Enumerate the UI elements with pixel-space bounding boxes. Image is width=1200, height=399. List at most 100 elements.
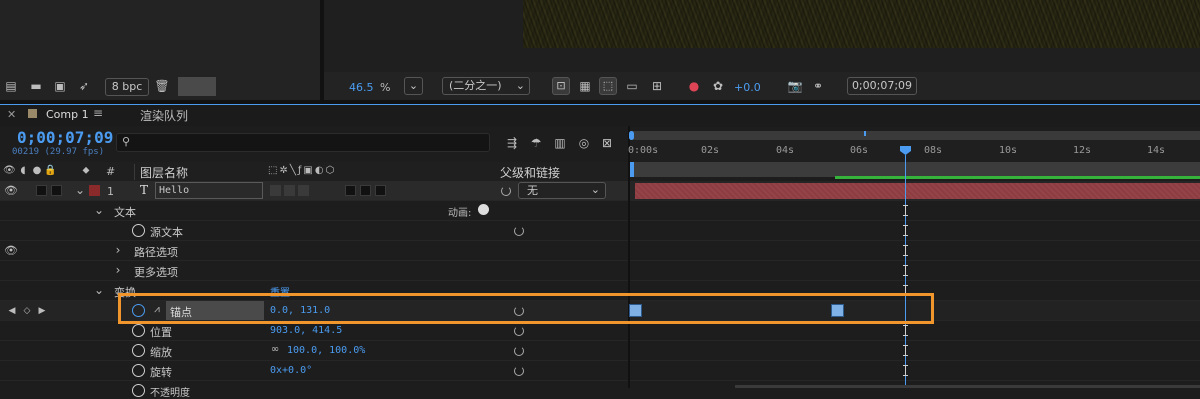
ruler-tick: 08s [924, 145, 943, 156]
stopwatch-icon[interactable] [132, 224, 145, 237]
project-color-swatch[interactable] [178, 77, 216, 96]
grid-guides-icon[interactable]: ⊞ [649, 79, 665, 93]
quality-slash-switch[interactable] [298, 185, 309, 196]
text-layer-type-icon: T [140, 183, 149, 197]
pickwhip-icon[interactable] [514, 346, 524, 356]
column-layer-name[interactable]: 图层名称 [140, 164, 188, 181]
expand-chevron-icon[interactable]: ⌄ [93, 283, 105, 297]
navigator-start-handle[interactable] [629, 131, 634, 140]
solo-toggle-icon[interactable]: ● [31, 164, 43, 178]
constrain-proportions-icon[interactable]: ∞ [268, 343, 282, 357]
chevron-down-icon: ⌄ [590, 183, 600, 196]
layer-row[interactable]: 👁 ⌄ 1 T Hello 无 ⌄ [0, 181, 628, 201]
footage-grass-image [523, 0, 1200, 48]
label-tag-icon[interactable]: ⬥ [80, 164, 92, 178]
work-area-start-handle[interactable] [630, 162, 634, 177]
work-area-bar[interactable] [630, 162, 1200, 177]
parent-pickwhip-icon[interactable] [501, 186, 511, 196]
next-keyframe-icon[interactable]: ▶ [37, 304, 47, 318]
tab-render-queue[interactable]: 渲染队列 [140, 107, 188, 124]
layer-search-input[interactable]: ⚲ [116, 133, 490, 152]
project-panel-preview [0, 0, 320, 72]
expand-chevron-icon[interactable]: ⌄ [93, 203, 105, 217]
audio-toggle-icon[interactable]: ◖ [17, 164, 29, 178]
motion-blur-icon[interactable]: ◎ [576, 136, 592, 150]
position-value[interactable]: 903.0, 414.5 [270, 325, 342, 336]
draft-3d-icon[interactable]: ⇶ [504, 136, 520, 150]
frame-blending-icon[interactable]: ▥ [552, 136, 568, 150]
expand-chevron-icon[interactable]: › [113, 263, 123, 277]
time-navigator[interactable] [629, 131, 1200, 140]
comp-label-color [28, 109, 37, 118]
exposure-value[interactable]: +0.0 [734, 81, 761, 94]
channels-icon[interactable]: ● [686, 79, 702, 93]
expand-chevron-icon[interactable]: ⌄ [74, 183, 86, 197]
region-of-interest-icon[interactable]: ▭ [624, 79, 640, 93]
tab-comp-1[interactable]: Comp 1 [46, 108, 89, 121]
expand-chevron-icon[interactable]: › [113, 243, 123, 257]
prop-row-path-options: 👁 › 路径选项 [0, 241, 628, 261]
transparency-grid-icon[interactable]: ▦ [577, 79, 593, 93]
show-snapshot-icon[interactable]: ⚭ [810, 79, 826, 93]
tab-menu-icon[interactable]: ≡ [93, 106, 103, 120]
prop-source-text: 源文本 [150, 226, 183, 239]
viewer-toolbar: 46.5 % ⌄ (二分之一) ⌄ ⊡ ▦ ⬚ ▭ ⊞ ● ✿ +0.0 📷 ⚭… [324, 72, 1200, 100]
visibility-eye-icon[interactable]: 👁 [4, 244, 18, 258]
track-row [630, 261, 1200, 281]
column-hash: # [106, 165, 116, 178]
prop-rotation: 旋转 [150, 366, 172, 379]
layer-label-color[interactable] [89, 185, 100, 196]
animate-menu-icon[interactable] [478, 204, 489, 215]
shy-layers-icon[interactable]: ☂ [528, 136, 544, 150]
motion-blur-switch[interactable] [375, 185, 386, 196]
adjustment-switch[interactable] [345, 185, 356, 196]
fast-previews-button[interactable]: ⊡ [552, 77, 570, 95]
playhead-value-marker [903, 245, 908, 256]
parent-dropdown[interactable]: 无 ⌄ [518, 182, 606, 199]
close-tab-icon[interactable]: ✕ [7, 108, 16, 121]
collapse-switch[interactable] [270, 185, 281, 196]
3d-switch[interactable] [360, 185, 371, 196]
video-toggle-icon[interactable]: 👁 [3, 164, 16, 178]
mask-visibility-button[interactable]: ⬚ [599, 77, 617, 95]
ruler-tick: 0:00s [628, 145, 659, 156]
playhead-value-marker [903, 345, 908, 356]
ruler-tick: 06s [850, 145, 869, 156]
graph-editor-icon[interactable]: ⊠ [599, 136, 615, 150]
column-divider [134, 164, 135, 180]
interpret-footage-icon[interactable]: ▤ [3, 79, 19, 93]
audio-switch[interactable] [36, 185, 47, 196]
new-composition-icon[interactable]: ▣ [52, 79, 68, 93]
scale-value[interactable]: 100.0, 100.0% [287, 345, 365, 356]
pickwhip-icon[interactable] [514, 226, 524, 236]
new-folder-icon[interactable]: ▬ [28, 79, 44, 93]
layer-duration-bar[interactable] [635, 183, 1200, 199]
quality-switch[interactable] [284, 185, 295, 196]
lock-toggle-icon[interactable]: 🔒 [44, 164, 56, 178]
solo-switch[interactable] [51, 185, 62, 196]
column-parent-link[interactable]: 父级和链接 [500, 164, 560, 181]
stopwatch-icon[interactable] [132, 324, 145, 337]
work-area-render-indicator [835, 176, 1200, 179]
delete-icon[interactable]: 🗑 [154, 79, 170, 93]
color-management-icon[interactable]: ✿ [710, 79, 726, 93]
current-time-display[interactable]: 0;00;07;09 [17, 128, 113, 147]
project-settings-icon[interactable]: ➶ [76, 79, 92, 93]
zoom-dropdown[interactable]: ⌄ [404, 77, 423, 95]
bit-depth-button[interactable]: 8 bpc [105, 78, 149, 96]
rotation-value[interactable]: 0x+0.0° [270, 365, 312, 376]
pickwhip-icon[interactable] [514, 326, 524, 336]
stopwatch-icon[interactable] [132, 344, 145, 357]
add-keyframe-icon[interactable]: ◇ [22, 304, 32, 318]
pickwhip-icon[interactable] [514, 366, 524, 376]
track-row [630, 201, 1200, 221]
snapshot-icon[interactable]: 📷 [787, 79, 803, 93]
zoom-value[interactable]: 46.5 [349, 81, 374, 94]
layer-name-field[interactable]: Hello [155, 182, 263, 199]
viewer-timecode[interactable]: 0;00;07;09 [847, 77, 917, 95]
stopwatch-icon[interactable] [132, 364, 145, 377]
prev-keyframe-icon[interactable]: ◀ [7, 304, 17, 318]
resolution-dropdown[interactable]: (二分之一) ⌄ [442, 77, 530, 95]
visibility-eye-icon[interactable]: 👁 [4, 184, 18, 198]
stopwatch-icon[interactable] [132, 384, 145, 397]
